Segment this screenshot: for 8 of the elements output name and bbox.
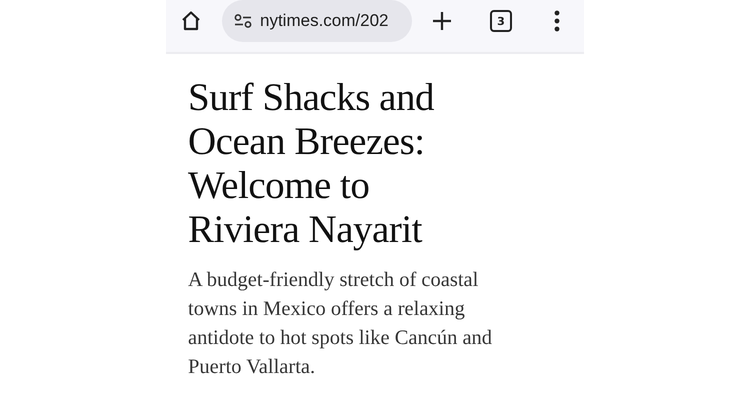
tab-count-button[interactable]: 3 xyxy=(490,10,512,32)
address-bar[interactable]: nytimes.com/202 xyxy=(222,0,412,42)
article-summary: A budget-friendly stretch of coastal towns in Mexico offers a relaxing antidote to hot spots like Cancún and Puerto Vallarta. xyxy=(188,268,494,380)
new-tab-icon[interactable] xyxy=(432,11,452,31)
article-headline: Surf Shacks and Ocean Breezes: Welcome to Riviera Nayarit xyxy=(188,76,435,252)
home-icon[interactable] xyxy=(180,10,202,32)
more-menu-icon[interactable] xyxy=(554,10,560,32)
site-settings-icon[interactable] xyxy=(234,14,252,28)
